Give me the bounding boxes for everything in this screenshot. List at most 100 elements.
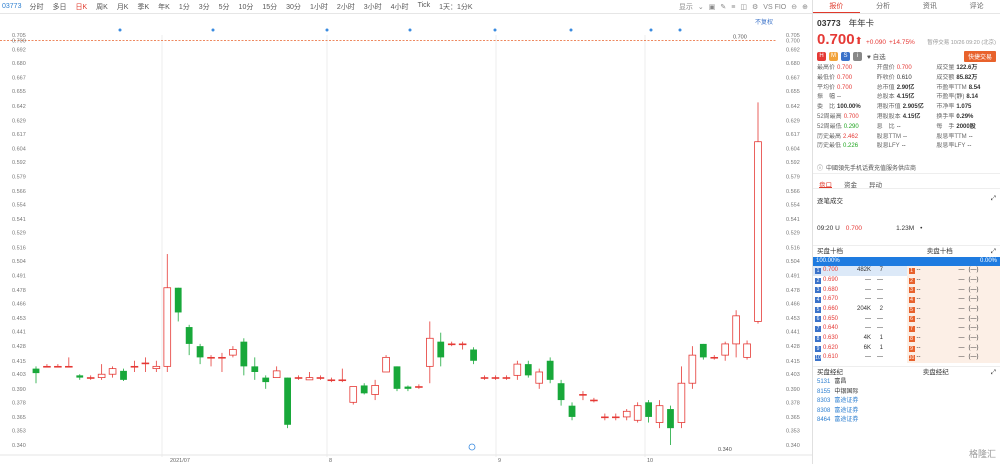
tab-capital[interactable]: 资金	[844, 179, 857, 189]
kline-svg[interactable]: 0.705 0.7050.700 0.7000.692 0.6920.680 0.680…	[0, 15, 812, 464]
ask-level[interactable]: 7 -- — (—)	[906, 324, 1000, 334]
indicator-icon[interactable]: ≡	[731, 4, 735, 11]
bid-level[interactable]: 6 0.650 — —	[813, 315, 907, 325]
stats-row: 委 比 100.00% 港股市值 2.905亿 市净率 1.075	[817, 103, 996, 113]
broker-row[interactable]: 8308 富途证券	[817, 407, 996, 417]
y-tick-label-right: 0.680	[786, 61, 800, 67]
tab-analysis[interactable]: 分析	[860, 0, 907, 13]
y-tick-label-left: 0.441	[12, 330, 26, 336]
interval-tab[interactable]: 4小时	[391, 2, 409, 12]
candle-body	[404, 386, 412, 389]
zoom-out-icon[interactable]: ⊖	[791, 3, 797, 11]
candle-body	[557, 383, 565, 401]
y-tick-label-right: 0.365	[786, 415, 800, 421]
bid-level[interactable]: 7 0.640 — —	[813, 324, 907, 334]
y-tick-label-left: 0.529	[12, 231, 26, 237]
stat-value: --	[901, 143, 906, 150]
expand-broker-icon[interactable]: ⤢	[991, 367, 996, 378]
interval-tab[interactable]: 1小时	[310, 2, 328, 12]
interval-tab[interactable]: 1天：1分K	[439, 2, 472, 12]
broker-name: 富昌	[834, 379, 847, 386]
settings-icon[interactable]: ⚙	[752, 3, 758, 11]
kline-chart[interactable]: 0.705 0.705 0.700 0.700 0.692 0.692 0.680 0.680…	[0, 15, 812, 464]
stats-row: 平均价 0.700 总市值 2.90亿 市盈率TTM 8.54	[817, 84, 996, 94]
y-tick-label-right: 0.541	[786, 217, 800, 223]
candle-body	[524, 364, 532, 376]
interval-tab[interactable]: 年K	[158, 2, 170, 12]
interval-tab[interactable]: 15分	[262, 2, 277, 12]
y-tick-label-left: 0.629	[12, 118, 26, 124]
ask-level[interactable]: 1 -- — (—)	[906, 266, 1000, 276]
broker-row[interactable]: 8155 中银国际	[817, 388, 996, 398]
camera-icon[interactable]: ◫	[740, 3, 747, 11]
ask-level[interactable]: 9 -- — (—)	[906, 343, 1000, 354]
interval-tab[interactable]: 3分	[199, 2, 210, 12]
add-watchlist-button[interactable]: ♥ 自选	[867, 51, 886, 61]
bid-volume: —	[865, 276, 871, 283]
tab-news[interactable]: 资讯	[907, 0, 954, 13]
interval-tab[interactable]: 30分	[286, 2, 301, 12]
y-tick-label-right: 0.655	[786, 89, 800, 95]
interval-tab[interactable]: 2小时	[337, 2, 355, 12]
interval-tab[interactable]: 月K	[117, 2, 129, 12]
stat-cell: 股息LFY --	[877, 142, 937, 152]
stock-code-label[interactable]: 03773	[2, 3, 21, 10]
interval-tab[interactable]: 1分	[179, 2, 190, 12]
bid-level[interactable]: 8 0.630 4K 1	[813, 334, 907, 344]
y-tick-label-left: 0.378	[12, 400, 26, 406]
interval-tab[interactable]: 5分	[219, 2, 230, 12]
display-menu[interactable]: 显示	[679, 2, 693, 12]
tab-quote[interactable]: 报价	[813, 0, 860, 13]
expand-icon[interactable]: ⤢	[991, 195, 996, 205]
interval-tab[interactable]: 分时	[29, 2, 43, 12]
tick-price: 0.700	[845, 225, 863, 233]
ask-level[interactable]: 5 -- — (—)	[906, 304, 1000, 315]
bid-level[interactable]: 9 0.620 6K 1	[813, 344, 907, 354]
bid-level[interactable]: 2 0.690 — —	[813, 276, 907, 286]
y-tick-label-right: 0.441	[786, 330, 800, 336]
candle-body	[579, 394, 587, 396]
broker-row[interactable]: 8303 富途证券	[817, 397, 996, 407]
bid-level[interactable]: 1 0.700 482K 7	[813, 266, 907, 276]
draw-icon[interactable]: ✎	[720, 3, 726, 11]
chevron-down-icon[interactable]: ⌄	[698, 3, 704, 11]
interval-tab[interactable]: 多日	[52, 2, 66, 12]
stat-cell: 振 幅 --	[817, 93, 877, 103]
bid-orders: —	[877, 354, 883, 361]
interval-tab[interactable]: 3小时	[364, 2, 382, 12]
event-marker	[211, 28, 215, 32]
tab-comments[interactable]: 评论	[953, 0, 1000, 13]
tick-dot-icon: •	[920, 225, 923, 233]
ask-level[interactable]: 2 -- — (—)	[906, 275, 1000, 286]
expand-orderbook-icon[interactable]: ⤢	[991, 246, 996, 257]
ask-level[interactable]: 6 -- — (—)	[906, 314, 1000, 325]
bid-volume: 482K	[856, 267, 871, 274]
interval-tab[interactable]: Tick	[418, 2, 431, 12]
quick-trade-button[interactable]: 快捷交易	[963, 50, 996, 62]
company-profile[interactable]: ⓘ 中國領先手机话費充值服务供应商	[813, 152, 1000, 175]
tab-movement[interactable]: 异动	[869, 179, 882, 189]
ask-level[interactable]: 4 -- — (—)	[906, 295, 1000, 305]
compare-label[interactable]: VS FIO	[763, 4, 786, 11]
ask-level[interactable]: 10 -- — (—)	[906, 353, 1000, 364]
y-tick-label-right: 0.554	[786, 203, 800, 209]
stats-row: 最低价 0.700 昨收价 0.610 成交额 85.82万	[817, 74, 996, 84]
interval-tab[interactable]: 周K	[96, 2, 108, 12]
bid-orders: —	[877, 325, 883, 332]
interval-tab[interactable]: 10分	[239, 2, 254, 12]
interval-tab[interactable]: 日K	[75, 2, 87, 12]
ask-level[interactable]: 3 -- — (—)	[906, 285, 1000, 296]
zoom-in-icon[interactable]: ⊕	[802, 3, 808, 11]
interval-tab[interactable]: 季K	[137, 2, 149, 12]
stat-label: 总市值	[876, 84, 895, 91]
tab-orderbook[interactable]: 盘口	[819, 179, 832, 189]
bid-level[interactable]: 3 0.680 — —	[813, 286, 907, 296]
broker-row[interactable]: 5131 富昌	[817, 378, 996, 388]
hk-badge-icon: H	[817, 51, 826, 61]
bid-level[interactable]: 10 0.610 — —	[813, 353, 907, 363]
bid-level[interactable]: 5 0.660 204K 2	[813, 305, 907, 315]
layout-icon[interactable]: ▣	[709, 3, 716, 11]
broker-row[interactable]: 8464 富途证券	[817, 416, 996, 426]
ask-level[interactable]: 8 -- — (—)	[906, 333, 1000, 344]
bid-level[interactable]: 4 0.670 — —	[813, 295, 907, 305]
